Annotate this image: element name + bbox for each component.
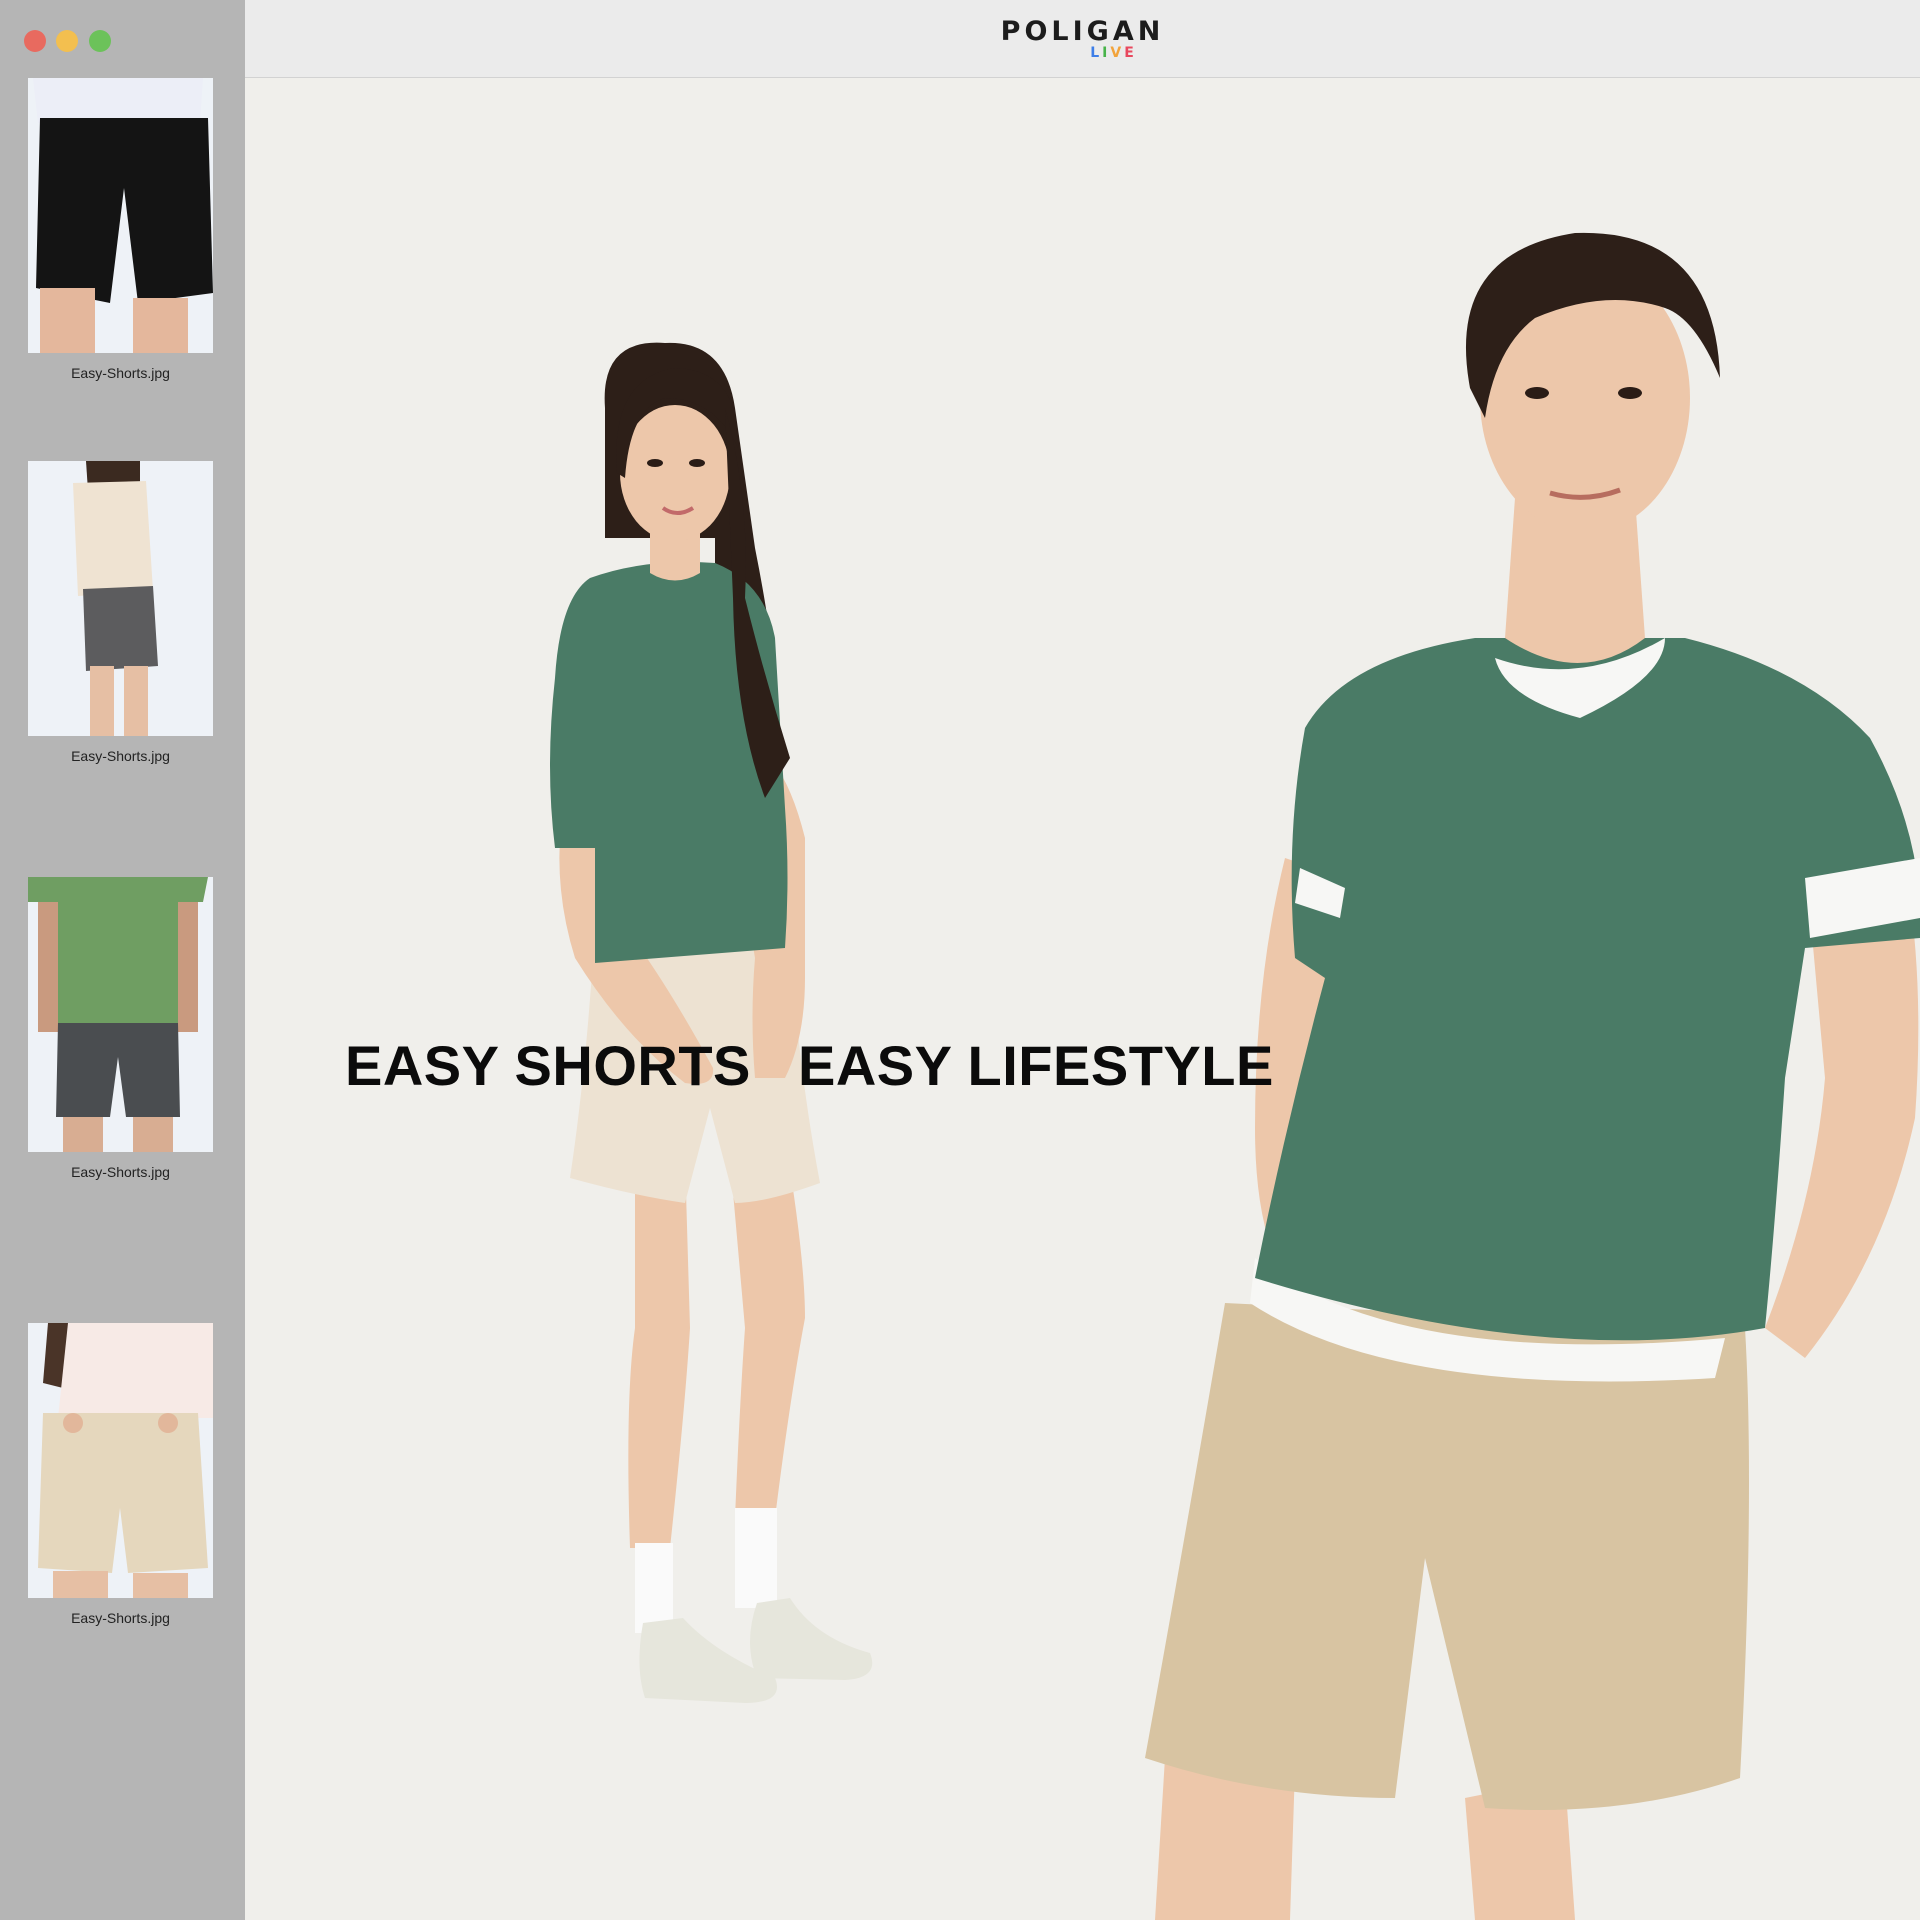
brand-live-letter: E [1124,45,1137,61]
hero-banner: EASY SHORTS EASY LIFESTYLE [245,78,1920,1920]
file-item-4[interactable]: Easy-Shorts.jpg [28,1323,213,1626]
file-sidebar: Easy-Shorts.jpg Easy-Shorts.jpg Easy-Sho… [0,0,245,1920]
thumbnail-image [28,877,213,1152]
top-bar: POLIGAN LIVE [245,0,1920,78]
thumbnail-image [28,78,213,353]
woman-model-image [550,342,873,1703]
file-name-label: Easy-Shorts.jpg [71,1610,170,1626]
file-item-2[interactable]: Easy-Shorts.jpg [28,461,213,764]
file-name-label: Easy-Shorts.jpg [71,365,170,381]
brand-name: POLIGAN [1000,16,1165,47]
file-name-label: Easy-Shorts.jpg [71,1164,170,1180]
brand-live-letter: L [1090,45,1103,61]
close-window-button[interactable] [24,30,46,52]
file-item-1[interactable]: Easy-Shorts.jpg [28,78,213,381]
thumbnail-image [28,1323,213,1598]
brand-live-letter: V [1110,45,1125,61]
brand-live-label: LIVE [307,46,1920,60]
headline-easy-lifestyle: EASY LIFESTYLE [798,1034,1274,1097]
file-name-label: Easy-Shorts.jpg [71,748,170,764]
headline-easy-shorts: EASY SHORTS [345,1034,751,1097]
brand-logo[interactable]: POLIGAN LIVE [245,16,1920,61]
minimize-window-button[interactable] [56,30,78,52]
file-item-3[interactable]: Easy-Shorts.jpg [28,877,213,1180]
zoom-window-button[interactable] [89,30,111,52]
thumbnail-image [28,461,213,736]
